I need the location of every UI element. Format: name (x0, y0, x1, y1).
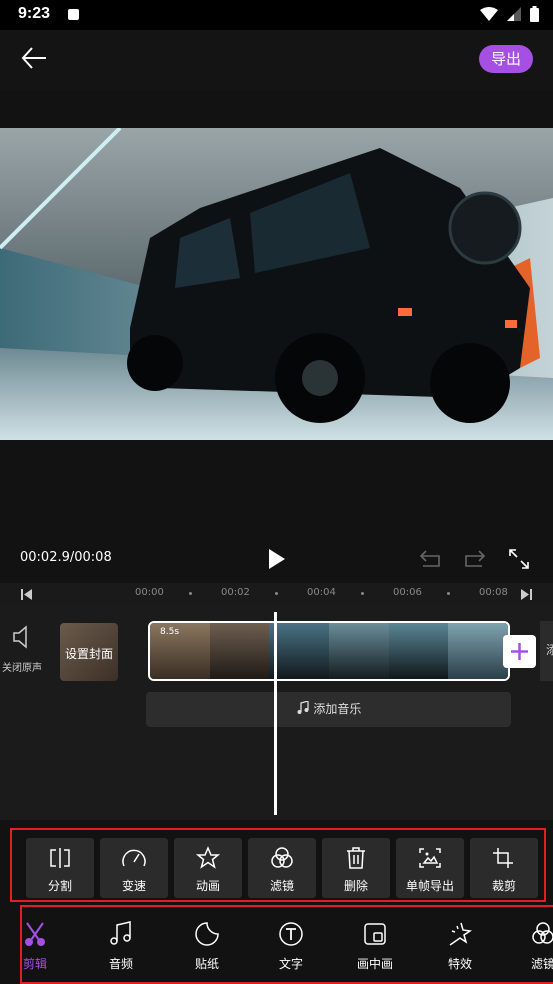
timecode: 00:02.9/00:08 (20, 550, 112, 565)
split-button[interactable]: 分割 (26, 838, 94, 898)
skip-start-icon[interactable] (21, 589, 32, 600)
ruler-tick: 00:02 (221, 587, 250, 598)
tab-label: 特效 (447, 957, 472, 971)
add-music-label: 添加音乐 (313, 702, 362, 716)
tab-text[interactable]: 文字 (266, 921, 316, 972)
animation-icon (195, 846, 221, 869)
frame-export-icon (419, 848, 441, 868)
fullscreen-icon[interactable] (508, 548, 530, 570)
status-icons (480, 6, 539, 22)
ruler-tick: 00:04 (307, 587, 336, 598)
tab-label: 画中画 (356, 957, 393, 971)
scissors-icon (25, 922, 45, 946)
notification-icon (68, 9, 79, 20)
video-frame (0, 128, 553, 440)
video-clip[interactable]: 8.5s (148, 621, 510, 681)
add-music-button[interactable]: 添加音乐 (146, 692, 511, 727)
time-ruler: 00:00 00:02 00:04 00:06 00:08 (0, 583, 553, 605)
effects-icon (449, 922, 473, 946)
back-arrow-icon[interactable] (20, 44, 48, 72)
tab-label: 剪辑 (22, 957, 47, 971)
pip-icon (364, 923, 386, 945)
tool-label: 删除 (343, 879, 368, 893)
filter-button[interactable]: 滤镜 (248, 838, 316, 898)
status-time: 9:23 (18, 5, 51, 22)
text-icon (279, 922, 303, 946)
cover-label: 设置封面 (64, 647, 113, 661)
delete-icon (347, 847, 365, 869)
top-bar: 导出 (0, 30, 553, 90)
signal-icon (507, 7, 521, 21)
tab-edit[interactable]: 剪辑 (10, 921, 60, 972)
tool-label: 变速 (121, 879, 146, 893)
battery-icon (530, 6, 539, 22)
ruler-tick: 00:06 (393, 587, 422, 598)
mute-label: 关闭原声 (2, 663, 42, 674)
player-controls: 00:02.9/00:08 (0, 540, 553, 578)
edge-label: 添 (546, 643, 553, 657)
ruler-tick: 00:08 (479, 587, 508, 598)
tab-label: 音频 (108, 957, 133, 971)
edit-tools: 分割 变速 动画 滤镜 删除 单帧导出 裁剪 (10, 828, 546, 902)
music-icon (110, 921, 131, 945)
video-preview[interactable] (0, 128, 553, 440)
ruler-tick: 00:00 (135, 587, 164, 598)
skip-end-icon[interactable] (521, 589, 532, 600)
tool-label: 分割 (47, 879, 72, 893)
tool-label: 滤镜 (269, 879, 294, 893)
filter-icon (271, 847, 293, 868)
tool-label: 裁剪 (491, 879, 516, 893)
play-icon[interactable] (267, 548, 287, 570)
speaker-icon (13, 625, 27, 649)
speed-button[interactable]: 变速 (100, 838, 168, 898)
bottom-tab-bar: 剪辑 音频 贴纸 文字 画中画 特效 滤镜 (20, 905, 553, 984)
tab-sticker[interactable]: 贴纸 (182, 921, 232, 972)
set-cover-button[interactable]: 设置封面 (60, 623, 118, 681)
tab-audio[interactable]: 音频 (96, 921, 146, 972)
tab-label: 滤镜 (530, 957, 553, 971)
wifi-icon (480, 7, 498, 21)
tab-label: 文字 (278, 957, 303, 971)
timeline-edge: 添 (540, 621, 553, 681)
delete-button[interactable]: 删除 (322, 838, 390, 898)
tab-filter[interactable]: 滤镜 (518, 921, 553, 972)
clip-duration: 8.5s (160, 627, 180, 637)
tab-effects[interactable]: 特效 (435, 921, 485, 972)
undo-icon[interactable] (419, 548, 443, 570)
add-clip-button[interactable] (503, 635, 536, 668)
tab-label: 贴纸 (194, 957, 219, 971)
animation-button[interactable]: 动画 (174, 838, 242, 898)
tab-pip[interactable]: 画中画 (350, 921, 400, 972)
tool-label: 动画 (195, 879, 220, 893)
filter-icon (532, 922, 553, 944)
sticker-icon (195, 922, 219, 946)
mute-original-button[interactable]: 关闭原声 (0, 625, 44, 674)
redo-icon[interactable] (462, 548, 486, 570)
speed-icon (122, 849, 146, 867)
playhead[interactable] (274, 612, 277, 815)
tool-label: 单帧导出 (405, 879, 454, 893)
frame-export-button[interactable]: 单帧导出 (396, 838, 464, 898)
music-note-icon (297, 700, 309, 714)
split-icon (50, 848, 70, 868)
crop-icon (493, 848, 513, 868)
export-button[interactable]: 导出 (479, 45, 533, 73)
crop-button[interactable]: 裁剪 (470, 838, 538, 898)
status-bar: 9:23 (0, 0, 553, 30)
